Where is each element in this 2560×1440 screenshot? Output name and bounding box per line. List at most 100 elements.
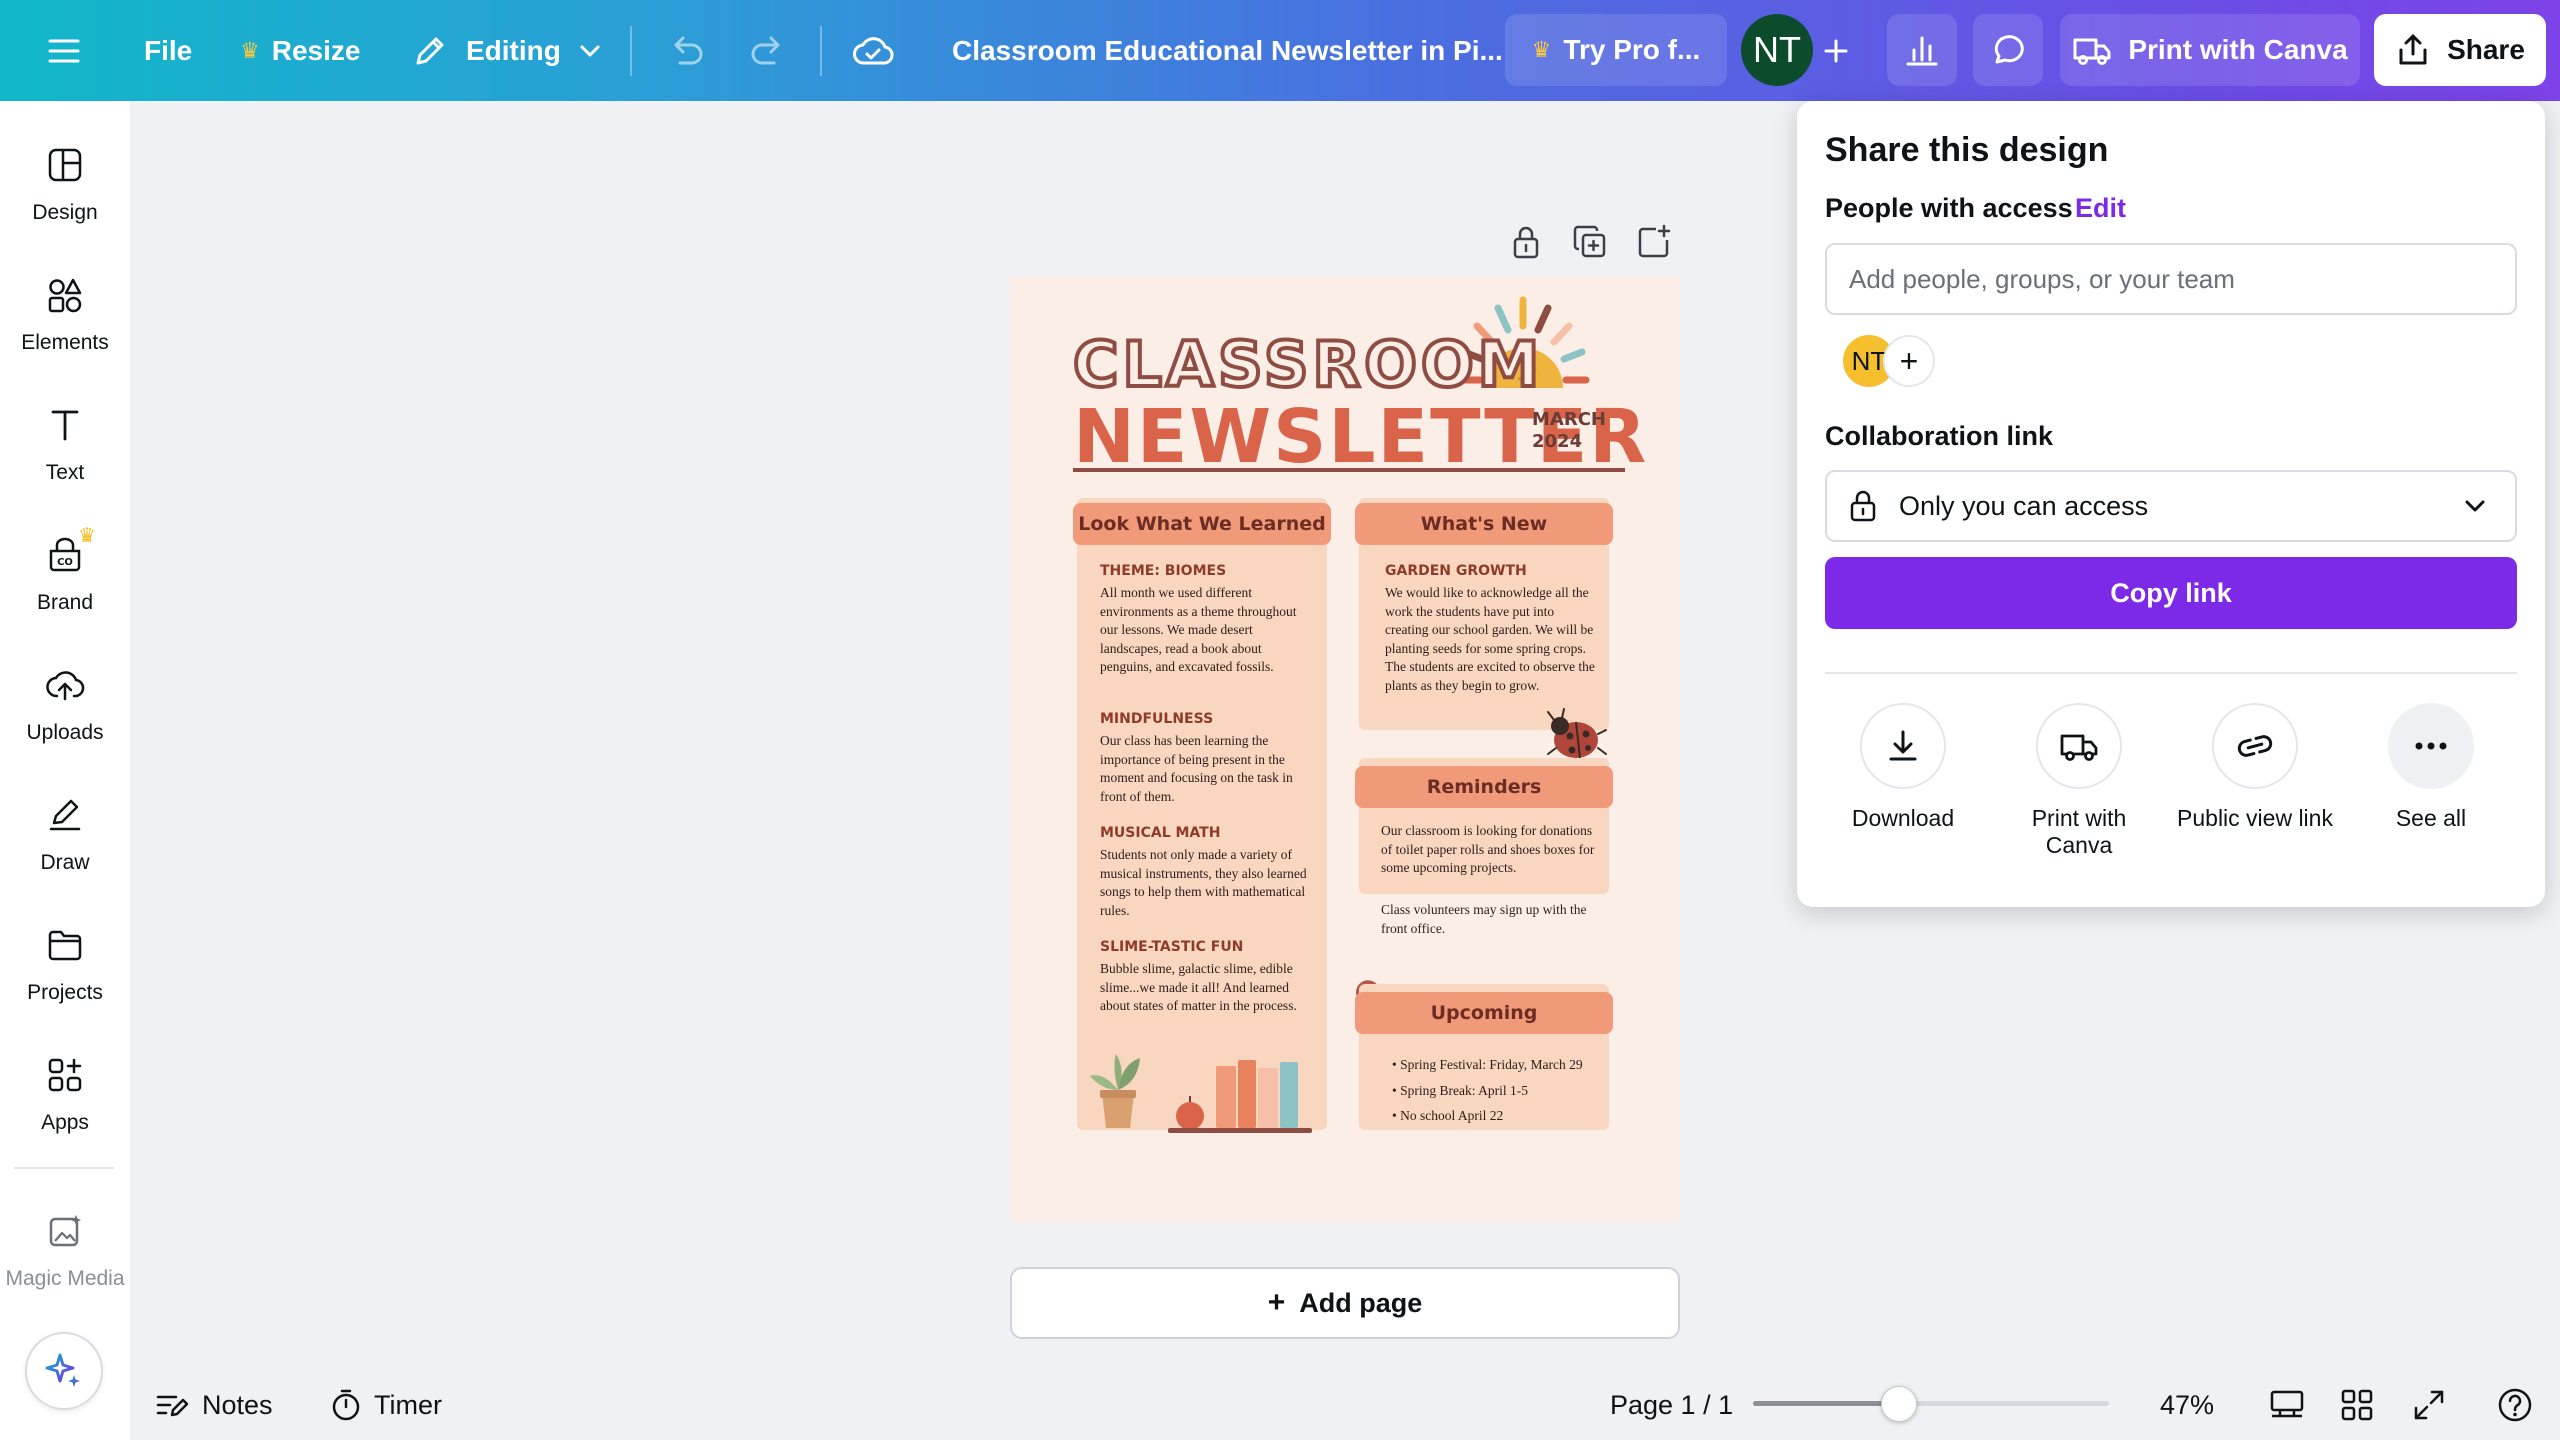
help-button[interactable] xyxy=(2496,1380,2534,1430)
plus-icon xyxy=(1824,39,1848,62)
editing-mode-dropdown[interactable]: Editing xyxy=(412,0,603,101)
section-heading: THEME: BIOMES xyxy=(1100,563,1227,579)
page-indicator[interactable]: Page 1 / 1 xyxy=(1610,1380,1733,1430)
timer-button[interactable]: Timer xyxy=(330,1380,442,1430)
save-status-button[interactable] xyxy=(852,0,894,101)
share-button[interactable]: Share xyxy=(2374,14,2546,86)
title-rule xyxy=(1073,468,1625,472)
bar-chart-icon xyxy=(1906,36,1938,66)
plus-icon: + xyxy=(1899,342,1919,379)
page-view-button[interactable] xyxy=(2268,1380,2306,1430)
list-item: • Spring Break: April 1-5 xyxy=(1392,1083,1528,1098)
add-page-above-button[interactable] xyxy=(1634,222,1674,262)
share-panel-divider xyxy=(1825,672,2517,674)
toolbar-divider xyxy=(630,26,632,76)
add-people-input[interactable]: Add people, groups, or your team xyxy=(1825,243,2517,315)
zoom-slider-thumb[interactable] xyxy=(1880,1386,1917,1422)
sidebar-item-projects[interactable]: Projects xyxy=(0,909,130,1029)
sidebar-item-text[interactable]: Text xyxy=(0,389,130,509)
fullscreen-button[interactable] xyxy=(2412,1380,2446,1430)
zoom-slider[interactable] xyxy=(1753,1401,2109,1406)
main-menu-button[interactable] xyxy=(46,0,82,101)
left-sidebar: Design Elements Text CO ♛ Brand Uploads … xyxy=(0,101,130,1440)
design-page[interactable]: CLASSROOM NEWSLETTER MARCH 2024 Look Wha… xyxy=(1010,276,1680,1222)
sidebar-item-draw[interactable]: Draw xyxy=(0,779,130,899)
chevron-down-icon xyxy=(580,45,600,56)
plant-books-illustration xyxy=(1090,1054,1312,1133)
lock-page-button[interactable] xyxy=(1506,222,1546,262)
edit-access-link[interactable]: Edit xyxy=(2075,193,2126,224)
print-with-canva-action[interactable]: Print with Canva xyxy=(1991,703,2167,859)
add-page-icon xyxy=(1638,224,1671,258)
section-heading: MINDFULNESS xyxy=(1100,711,1214,727)
magic-media-icon xyxy=(49,1215,81,1247)
file-menu[interactable]: File xyxy=(144,0,192,101)
add-member-button[interactable]: + xyxy=(1883,335,1935,387)
magic-assistant-button[interactable] xyxy=(25,1332,103,1410)
sidebar-divider xyxy=(14,1167,114,1169)
more-icon xyxy=(2415,742,2447,750)
undo-button[interactable] xyxy=(666,0,706,101)
zoom-level[interactable]: 47% xyxy=(2160,1380,2214,1430)
link-icon xyxy=(2237,735,2273,757)
grid-view-button[interactable] xyxy=(2340,1380,2374,1430)
chevron-down-icon xyxy=(2465,500,2485,512)
sidebar-item-brand[interactable]: CO ♛ Brand xyxy=(0,519,130,639)
cloud-check-icon xyxy=(853,36,894,65)
people-with-access-label: People with access xyxy=(1825,193,2073,223)
uploads-icon xyxy=(46,671,85,701)
share-upload-icon xyxy=(2399,34,2427,65)
user-avatar[interactable]: NT xyxy=(1741,14,1813,86)
invite-button[interactable] xyxy=(1820,0,1852,101)
section-heading: GARDEN GROWTH xyxy=(1385,563,1527,579)
duplicate-page-button[interactable] xyxy=(1570,222,1610,262)
top-toolbar: File ♛ Resize Editing Classroom Education… xyxy=(0,0,2560,101)
pencil-icon xyxy=(416,37,444,64)
document-title[interactable]: Classroom Educational Newsletter in Pi..… xyxy=(952,0,1503,101)
download-action[interactable]: Download xyxy=(1815,703,1991,832)
newsletter-title-line1: CLASSROOM xyxy=(1071,326,1544,403)
see-all-action[interactable]: See all xyxy=(2343,703,2519,832)
hamburger-icon xyxy=(48,39,80,62)
download-icon xyxy=(1889,730,1917,761)
elements-icon xyxy=(48,278,82,313)
reminder-body: Class volunteers may sign up with the fr… xyxy=(1381,902,1587,936)
fullscreen-icon xyxy=(2414,1390,2444,1420)
public-view-link-action[interactable]: Public view link xyxy=(2167,703,2343,832)
svg-text:CO: CO xyxy=(57,557,73,568)
notes-button[interactable]: Notes xyxy=(154,1380,273,1430)
projects-icon xyxy=(48,930,82,961)
apps-icon xyxy=(48,1058,82,1092)
crown-icon: ♛ xyxy=(1531,37,1552,62)
section-heading: MUSICAL MATH xyxy=(1100,825,1221,841)
text-icon xyxy=(51,410,79,441)
resize-button[interactable]: ♛ Resize xyxy=(240,0,360,101)
print-with-canva-button[interactable]: Print with Canva xyxy=(2060,14,2360,86)
insights-button[interactable] xyxy=(1887,14,1957,86)
sidebar-item-design[interactable]: Design xyxy=(0,129,130,249)
redo-button[interactable] xyxy=(748,0,788,101)
help-icon xyxy=(2498,1388,2532,1422)
upcoming-header: Upcoming xyxy=(1355,992,1613,1034)
section-body: All month we used different environments… xyxy=(1100,585,1297,674)
sidebar-item-elements[interactable]: Elements xyxy=(0,259,130,379)
copy-link-button[interactable]: Copy link xyxy=(1825,557,2517,629)
sidebar-item-uploads[interactable]: Uploads xyxy=(0,649,130,769)
list-item: • No school April 22 xyxy=(1392,1108,1504,1123)
truck-icon xyxy=(2073,38,2111,65)
reminders-header: Reminders xyxy=(1355,766,1613,808)
toolbar-divider xyxy=(820,26,822,76)
access-level-dropdown[interactable]: Only you can access xyxy=(1825,470,2517,542)
zoom-slider-fill xyxy=(1753,1401,1899,1406)
draw-icon xyxy=(49,799,81,831)
lock-icon xyxy=(1513,226,1539,259)
sidebar-item-apps[interactable]: Apps xyxy=(0,1039,130,1159)
truck-icon xyxy=(2060,734,2098,761)
add-page-button[interactable]: + Add page xyxy=(1010,1267,1680,1339)
whats-new-header: What's New xyxy=(1355,503,1613,545)
share-panel: Share this design People with access Edi… xyxy=(1797,101,2545,907)
comments-button[interactable] xyxy=(1973,14,2043,86)
section-body: Our class has been learning the importan… xyxy=(1100,733,1293,804)
try-pro-button[interactable]: ♛ Try Pro f... xyxy=(1505,14,1727,86)
sidebar-item-magic-media[interactable]: Magic Media xyxy=(0,1195,130,1315)
